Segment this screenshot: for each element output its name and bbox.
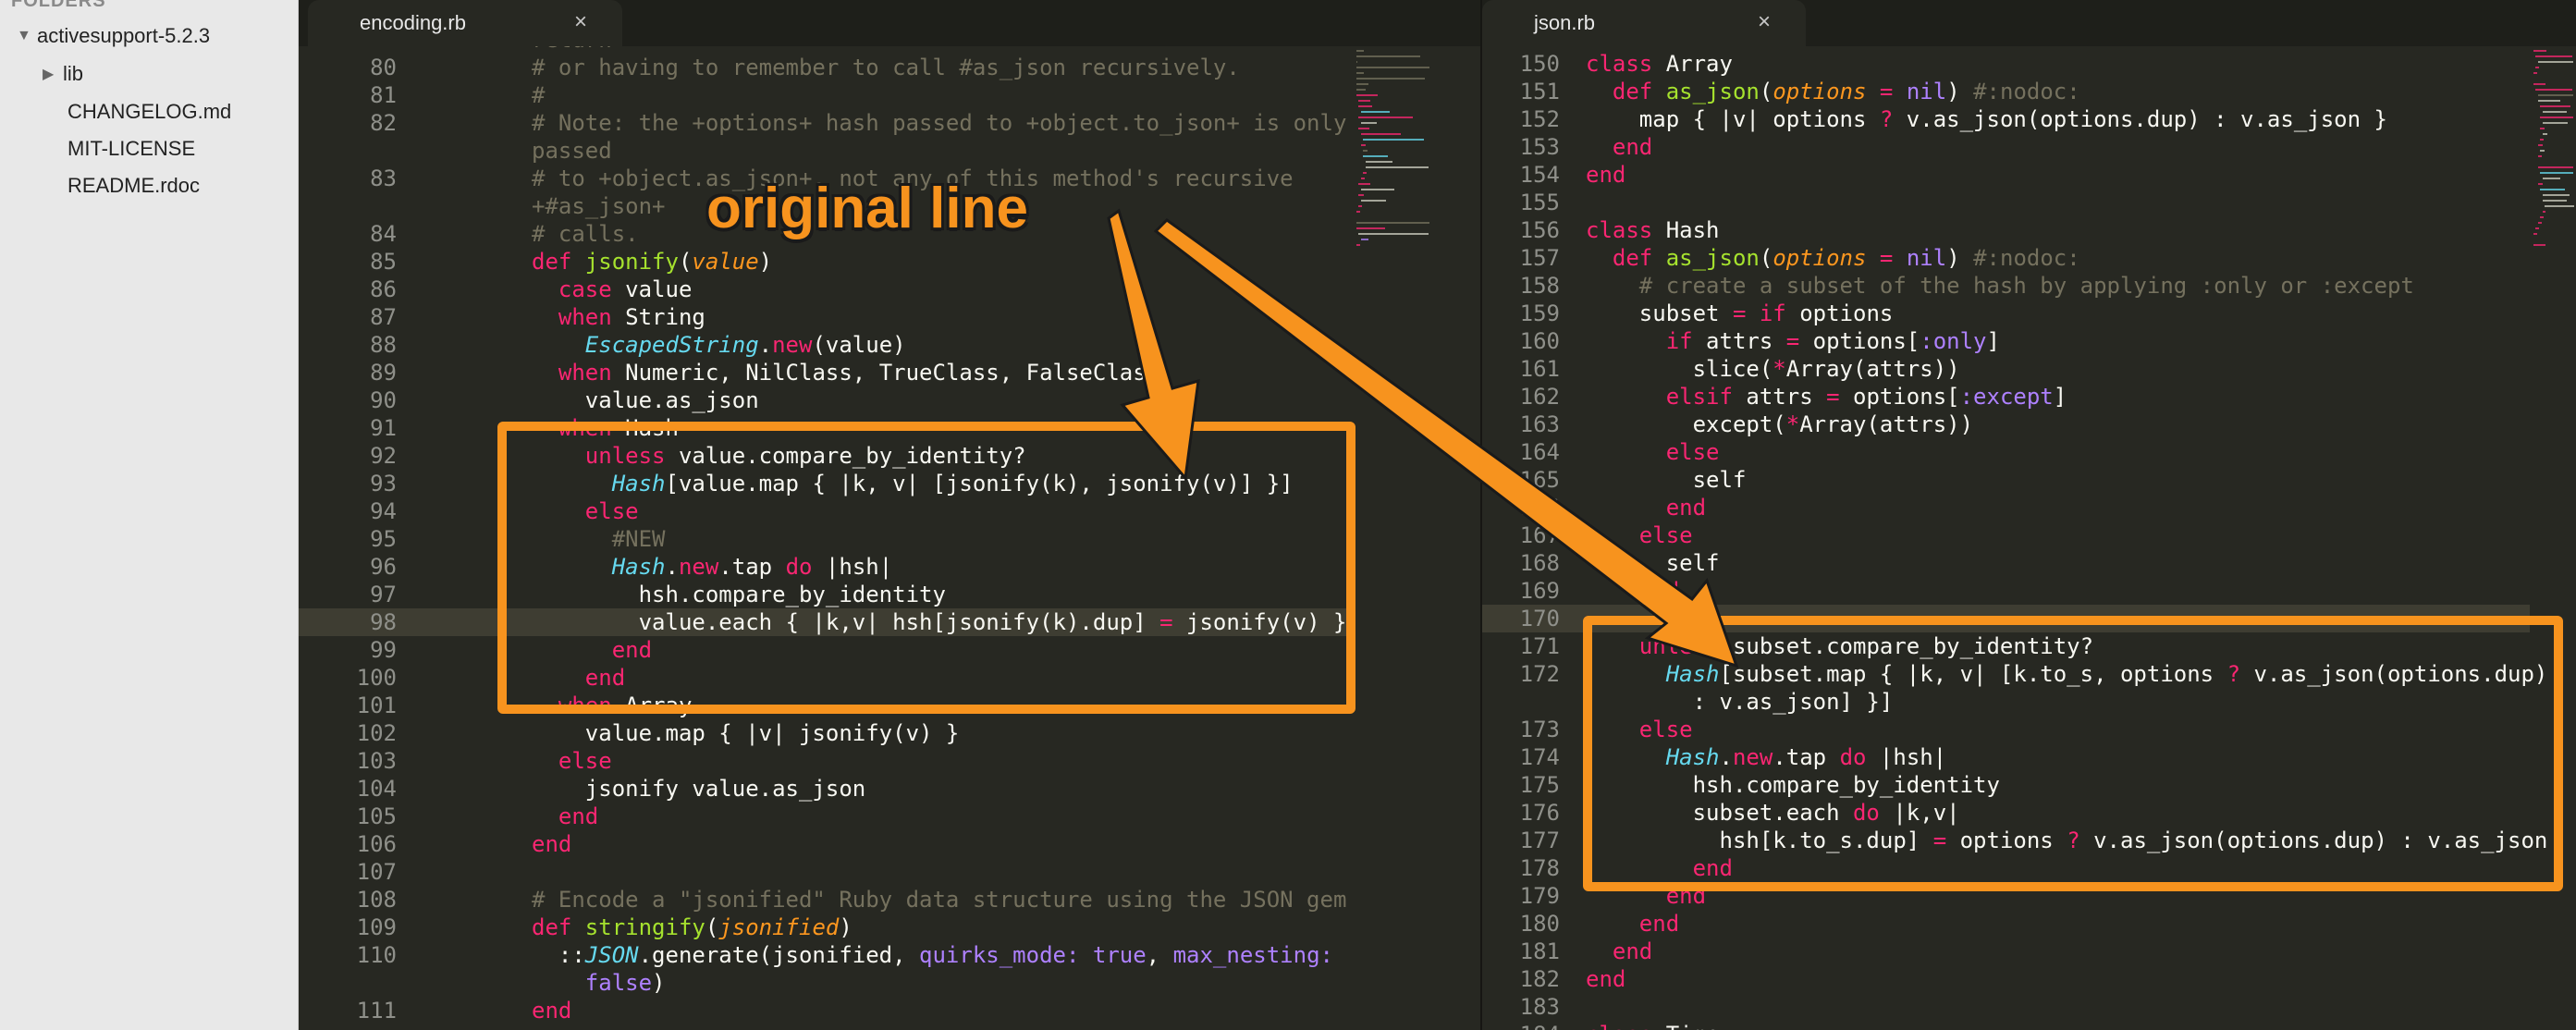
annotation-arrows (1107, 208, 1739, 668)
annotation-label: original line (706, 177, 1028, 240)
arrow-right (1153, 218, 1739, 668)
